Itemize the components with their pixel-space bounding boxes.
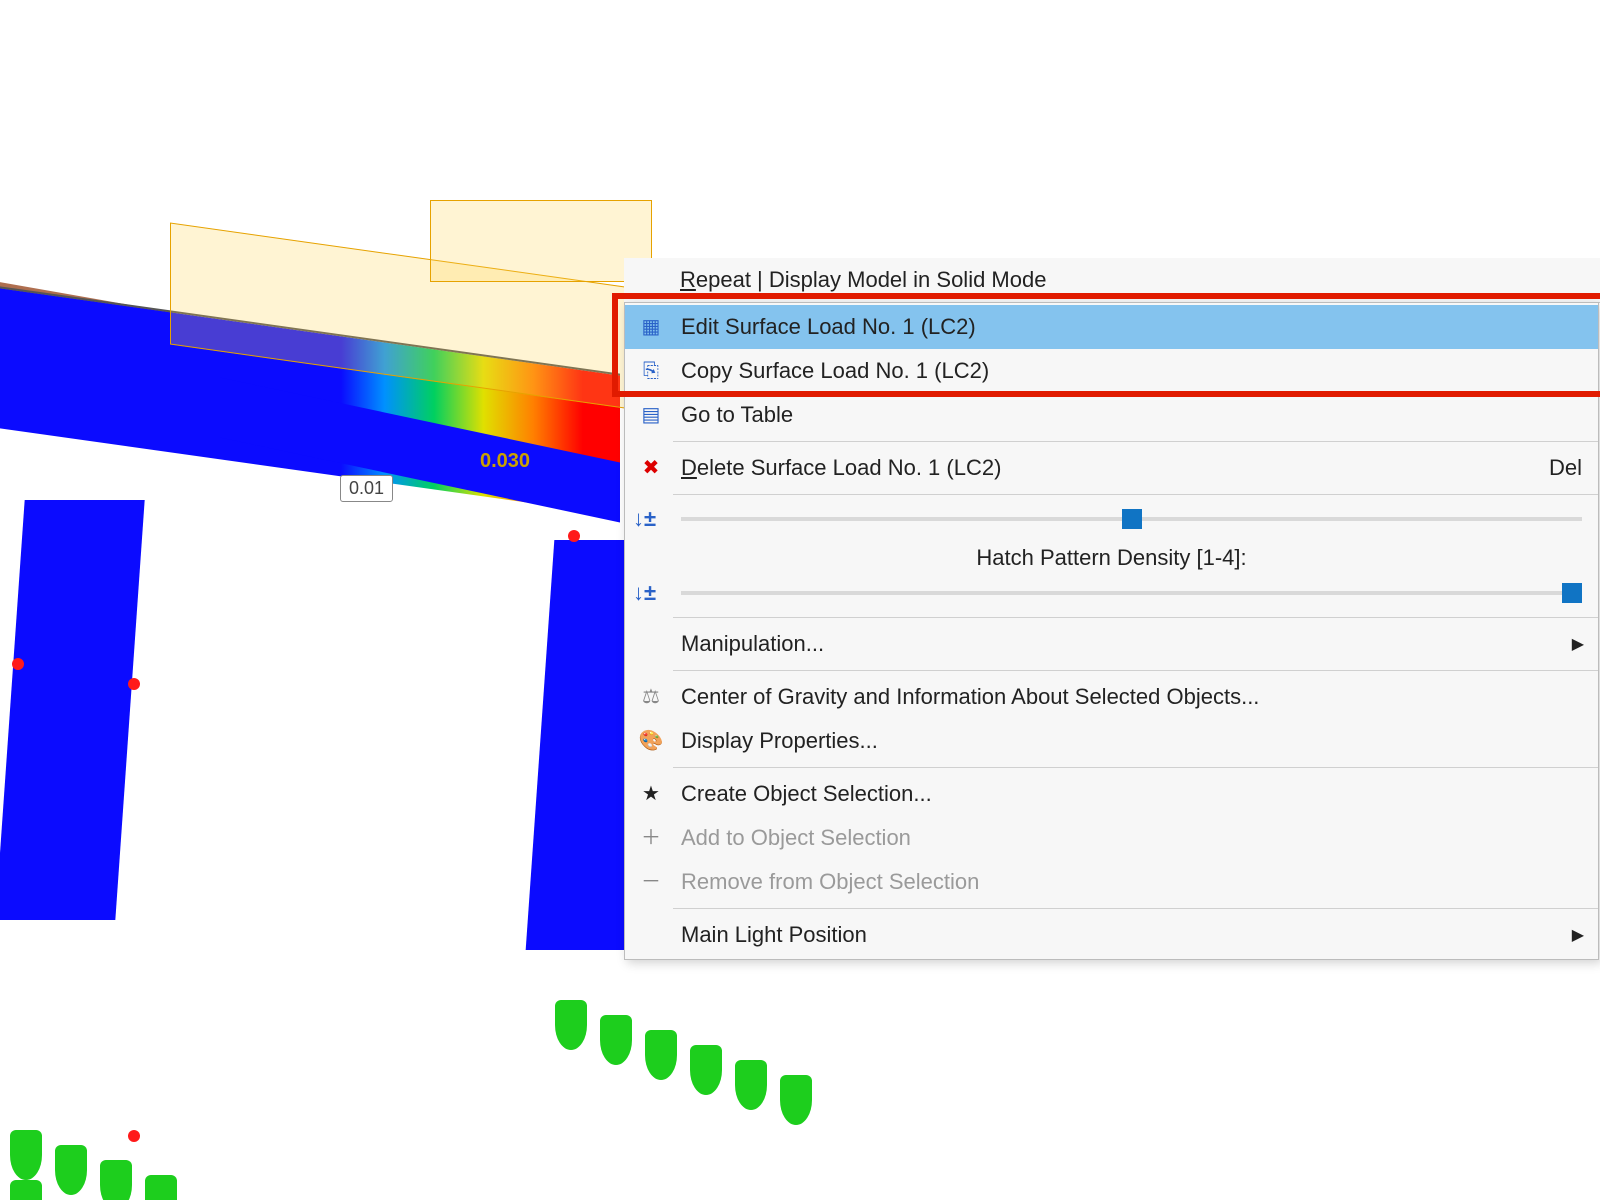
support-icon bbox=[780, 1075, 812, 1125]
slider-track[interactable] bbox=[681, 591, 1582, 595]
support-icon bbox=[145, 1175, 177, 1200]
menu-item-label: Remove from Object Selection bbox=[681, 869, 1582, 895]
support-icon bbox=[10, 1180, 42, 1200]
submenu-arrow-icon: ▶ bbox=[1572, 925, 1584, 945]
support-icon bbox=[645, 1030, 677, 1080]
selection-create-icon: ★ bbox=[633, 778, 669, 810]
support-icon bbox=[735, 1060, 767, 1110]
menu-separator bbox=[673, 670, 1598, 671]
result-value-tag: 0.01 bbox=[340, 475, 393, 502]
selection-remove-icon: － bbox=[633, 866, 669, 898]
hatch-density-label: Hatch Pattern Density [1-4]: bbox=[625, 539, 1598, 573]
support-icon bbox=[600, 1015, 632, 1065]
menu-item-add-to-selection: ＋ Add to Object Selection bbox=[625, 816, 1598, 860]
menu-item-manipulation[interactable]: Manipulation... ▶ bbox=[625, 622, 1598, 666]
edit-load-icon: ▦ bbox=[633, 311, 669, 343]
menu-separator bbox=[673, 617, 1598, 618]
support-icon bbox=[100, 1160, 132, 1200]
slider-icon: ↓± bbox=[633, 506, 669, 532]
slider-thumb[interactable] bbox=[1122, 509, 1142, 529]
menu-separator bbox=[673, 494, 1598, 495]
delete-load-icon: ✖ bbox=[633, 452, 669, 484]
menu-item-label: Manipulation... bbox=[681, 631, 1582, 657]
menu-item-accelerator: Del bbox=[1549, 455, 1582, 481]
menu-separator bbox=[673, 908, 1598, 909]
menu-separator bbox=[673, 767, 1598, 768]
slider-icon: ↓± bbox=[633, 580, 669, 606]
menu-item-label: Edit Surface Load No. 1 (LC2) bbox=[681, 314, 1582, 340]
menu-item-create-object-selection[interactable]: ★ Create Object Selection... bbox=[625, 772, 1598, 816]
display-props-icon: 🎨 bbox=[633, 725, 669, 757]
load-magnitude-label: 0.030 bbox=[480, 450, 530, 473]
selection-add-icon: ＋ bbox=[633, 822, 669, 854]
table-icon: ▤ bbox=[633, 399, 669, 431]
submenu-arrow-icon: ▶ bbox=[1572, 634, 1584, 654]
blank-icon bbox=[633, 628, 669, 660]
menu-item-center-of-gravity[interactable]: ⚖ Center of Gravity and Information Abou… bbox=[625, 675, 1598, 719]
node-dot bbox=[12, 658, 24, 670]
menu-item-main-light-position[interactable]: Main Light Position ▶ bbox=[625, 913, 1598, 957]
copy-load-icon: ⎘ bbox=[633, 355, 669, 387]
menu-item-repeat[interactable]: Repeat | Display Model in Solid Mode Ent… bbox=[624, 258, 1600, 303]
menu-separator bbox=[673, 441, 1598, 442]
menu-item-copy-surface-load[interactable]: ⎘ Copy Surface Load No. 1 (LC2) bbox=[625, 349, 1598, 393]
menu-item-label: Go to Table bbox=[681, 402, 1582, 428]
support-icon bbox=[555, 1000, 587, 1050]
menu-item-label: Add to Object Selection bbox=[681, 825, 1582, 851]
node-dot bbox=[128, 1130, 140, 1142]
support-icon bbox=[10, 1130, 42, 1180]
menu-item-delete-surface-load[interactable]: ✖ Delete Surface Load No. 1 (LC2) Del bbox=[625, 446, 1598, 490]
node-dot bbox=[128, 678, 140, 690]
hatch-density-slider[interactable]: ↓± bbox=[625, 573, 1598, 613]
menu-item-label: Copy Surface Load No. 1 (LC2) bbox=[681, 358, 1582, 384]
node-dot bbox=[568, 530, 580, 542]
menu-item-label: Center of Gravity and Information About … bbox=[681, 684, 1582, 710]
context-menu: ▦ Edit Surface Load No. 1 (LC2) ⎘ Copy S… bbox=[624, 302, 1599, 960]
surface-load-box-2 bbox=[430, 200, 652, 282]
menu-item-label: Repeat | Display Model in Solid Mode bbox=[680, 267, 1046, 293]
model-wall-left bbox=[0, 500, 145, 920]
menu-item-label: Main Light Position bbox=[681, 922, 1582, 948]
blank-icon bbox=[633, 919, 669, 951]
menu-item-remove-from-selection: － Remove from Object Selection bbox=[625, 860, 1598, 904]
menu-item-label: Display Properties... bbox=[681, 728, 1582, 754]
support-icon bbox=[690, 1045, 722, 1095]
menu-item-goto-table[interactable]: ▤ Go to Table bbox=[625, 393, 1598, 437]
slider-thumb[interactable] bbox=[1562, 583, 1582, 603]
menu-item-display-properties[interactable]: 🎨 Display Properties... bbox=[625, 719, 1598, 763]
load-size-slider[interactable]: ↓± bbox=[625, 499, 1598, 539]
balance-icon: ⚖ bbox=[633, 681, 669, 713]
menu-item-edit-surface-load[interactable]: ▦ Edit Surface Load No. 1 (LC2) bbox=[625, 305, 1598, 349]
menu-item-label: Create Object Selection... bbox=[681, 781, 1582, 807]
menu-item-label: Delete Surface Load No. 1 (LC2) bbox=[681, 455, 1549, 481]
support-icon bbox=[55, 1145, 87, 1195]
slider-track[interactable] bbox=[681, 517, 1582, 521]
